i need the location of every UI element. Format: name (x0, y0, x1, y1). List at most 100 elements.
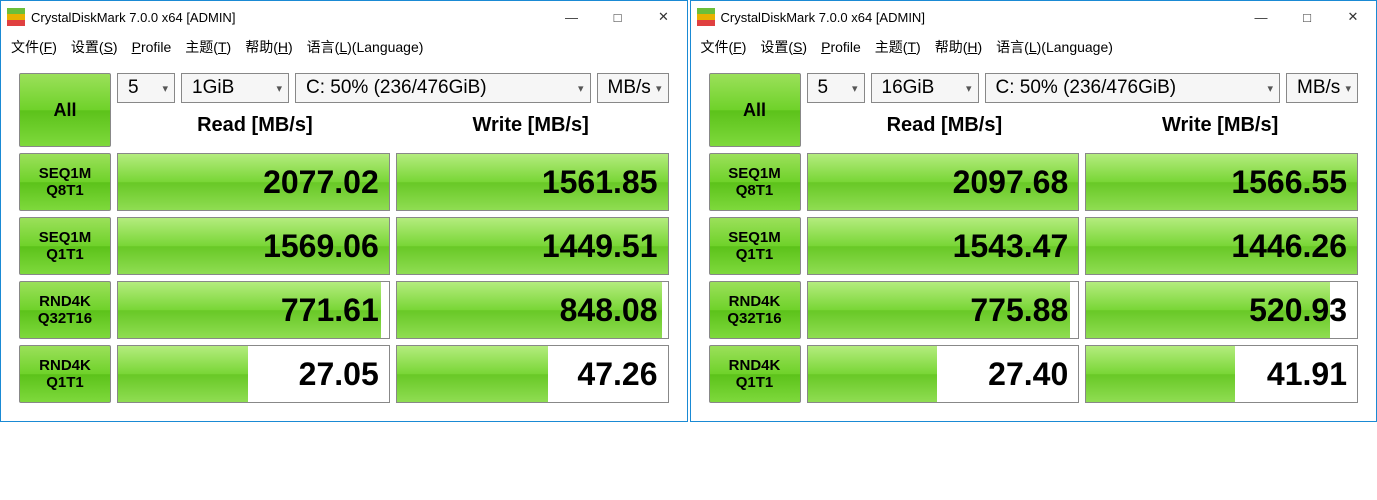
read-value-cell: 2077.02 (117, 153, 390, 211)
write-value-cell: 1561.85 (396, 153, 669, 211)
chevron-down-icon: ▾ (578, 82, 584, 95)
test-button[interactable]: SEQ1MQ8T1 (19, 153, 111, 211)
unit-select-value: MB/s (608, 77, 651, 99)
run-all-button[interactable]: All (709, 73, 801, 147)
test-count-select-value: 5 (818, 77, 829, 99)
chevron-down-icon: ▾ (966, 82, 972, 95)
test-count-select[interactable]: 5▾ (807, 73, 865, 103)
app-icon (697, 8, 715, 26)
test-button[interactable]: SEQ1MQ1T1 (19, 217, 111, 275)
fill-bar (118, 346, 248, 402)
chevron-down-icon: ▾ (276, 82, 282, 95)
read-value-cell: 27.40 (807, 345, 1080, 403)
controls-right: 5▾16GiB▾C: 50% (236/476GiB)▾MB/s▾Read [M… (807, 73, 1359, 147)
write-value: 848.08 (560, 292, 658, 329)
unit-select-value: MB/s (1297, 77, 1340, 99)
unit-select[interactable]: MB/s ▾ (1286, 73, 1358, 103)
menu-item[interactable]: 语言(L)(Language) (996, 37, 1113, 57)
controls-right: 5▾1GiB▾C: 50% (236/476GiB)▾MB/s▾Read [MB… (117, 73, 669, 147)
read-value-cell: 1569.06 (117, 217, 390, 275)
drive-select-value: C: 50% (236/476GiB) (306, 77, 487, 99)
write-value: 47.26 (577, 356, 657, 393)
drive-select[interactable]: C: 50% (236/476GiB) ▾ (295, 73, 591, 103)
test-label-line2: Q1T1 (46, 246, 84, 263)
menu-item[interactable]: 文件(F) (11, 37, 57, 57)
test-label-line2: Q1T1 (46, 374, 84, 391)
menubar: 文件(F) 设置(S) Profile 主题(T) 帮助(H) 语言(L)(Languag… (691, 33, 1377, 61)
test-label-line2: Q32T16 (727, 310, 781, 327)
test-button[interactable]: RND4KQ1T1 (19, 345, 111, 403)
titlebar: CrystalDiskMark 7.0.0 x64 [ADMIN]—□✕ (1, 1, 687, 33)
test-button[interactable]: SEQ1MQ8T1 (709, 153, 801, 211)
result-row: SEQ1MQ1T11543.471446.26 (709, 217, 1359, 275)
menu-item[interactable]: 主题(T) (185, 37, 231, 57)
result-row: RND4KQ32T16771.61848.08 (19, 281, 669, 339)
test-label-line2: Q32T16 (38, 310, 92, 327)
minimize-button[interactable]: — (549, 1, 595, 33)
run-all-button[interactable]: All (19, 73, 111, 147)
test-label-line1: RND4K (39, 357, 91, 374)
close-button[interactable]: ✕ (1330, 1, 1376, 33)
write-value: 1566.55 (1231, 164, 1347, 201)
selects-row: 5▾16GiB▾C: 50% (236/476GiB)▾MB/s▾ (807, 73, 1359, 103)
read-value: 27.40 (988, 356, 1068, 393)
write-value-cell: 520.93 (1085, 281, 1358, 339)
test-button[interactable]: RND4KQ32T16 (709, 281, 801, 339)
maximize-button[interactable]: □ (1284, 1, 1330, 33)
header-read: Read [MB/s] (807, 114, 1083, 137)
chevron-down-icon: ▾ (1267, 82, 1273, 95)
read-value: 27.05 (299, 356, 379, 393)
write-value: 1561.85 (542, 164, 658, 201)
read-value: 775.88 (970, 292, 1068, 329)
header-row: Read [MB/s]Write [MB/s] (807, 111, 1359, 139)
test-label-line1: RND4K (729, 357, 781, 374)
close-button[interactable]: ✕ (641, 1, 687, 33)
write-value-cell: 848.08 (396, 281, 669, 339)
controls-row: All5▾16GiB▾C: 50% (236/476GiB)▾MB/s▾Read… (709, 73, 1359, 147)
read-value: 2077.02 (263, 164, 379, 201)
header-write: Write [MB/s] (393, 114, 669, 137)
write-value-cell: 41.91 (1085, 345, 1358, 403)
window-title: CrystalDiskMark 7.0.0 x64 [ADMIN] (31, 10, 549, 25)
test-count-select-value: 5 (128, 77, 139, 99)
header-row: Read [MB/s]Write [MB/s] (117, 111, 669, 139)
menu-item[interactable]: Profile (132, 39, 172, 55)
test-button[interactable]: SEQ1MQ1T1 (709, 217, 801, 275)
write-value: 41.91 (1267, 356, 1347, 393)
menu-item[interactable]: 设置(S) (760, 37, 807, 57)
test-button[interactable]: RND4KQ1T1 (709, 345, 801, 403)
test-size-select[interactable]: 16GiB ▾ (871, 73, 979, 103)
menu-item[interactable]: 语言(L)(Language) (307, 37, 424, 57)
test-label-line2: Q1T1 (736, 246, 774, 263)
write-value-cell: 47.26 (396, 345, 669, 403)
window-controls: —□✕ (1238, 1, 1376, 33)
test-label-line1: SEQ1M (728, 229, 781, 246)
minimize-button[interactable]: — (1238, 1, 1284, 33)
menu-item[interactable]: 帮助(H) (245, 37, 292, 57)
menu-item[interactable]: 帮助(H) (935, 37, 982, 57)
result-row: RND4KQ1T1 27.40 41.91 (709, 345, 1359, 403)
header-write: Write [MB/s] (1082, 114, 1358, 137)
result-row: RND4KQ32T16 775.88 520.93 (709, 281, 1359, 339)
test-button[interactable]: RND4KQ32T16 (19, 281, 111, 339)
chevron-down-icon: ▾ (1345, 82, 1351, 95)
chevron-down-icon: ▾ (656, 82, 662, 95)
maximize-button[interactable]: □ (595, 1, 641, 33)
write-value: 1446.26 (1231, 228, 1347, 265)
test-size-select[interactable]: 1GiB▾ (181, 73, 289, 103)
result-row: SEQ1MQ8T12097.681566.55 (709, 153, 1359, 211)
unit-select[interactable]: MB/s ▾ (597, 73, 669, 103)
test-count-select[interactable]: 5▾ (117, 73, 175, 103)
app-window: CrystalDiskMark 7.0.0 x64 [ADMIN]—□✕文件(F… (690, 0, 1377, 422)
menu-item[interactable]: Profile (821, 39, 861, 55)
drive-select[interactable]: C: 50% (236/476GiB)▾ (985, 73, 1281, 103)
content-area: All5▾1GiB▾C: 50% (236/476GiB)▾MB/s▾Read … (1, 61, 687, 421)
write-value-cell: 1449.51 (396, 217, 669, 275)
menu-item[interactable]: 文件(F) (701, 37, 747, 57)
controls-row: All5▾1GiB▾C: 50% (236/476GiB)▾MB/s▾Read … (19, 73, 669, 147)
menu-item[interactable]: 主题(T) (875, 37, 921, 57)
menu-item[interactable]: 设置(S) (71, 37, 118, 57)
content-area: All5▾16GiB▾C: 50% (236/476GiB)▾MB/s▾Read… (691, 61, 1377, 421)
result-row: SEQ1MQ8T1 2077.02 1561.85 (19, 153, 669, 211)
test-size-select-value: 16GiB (882, 77, 935, 99)
